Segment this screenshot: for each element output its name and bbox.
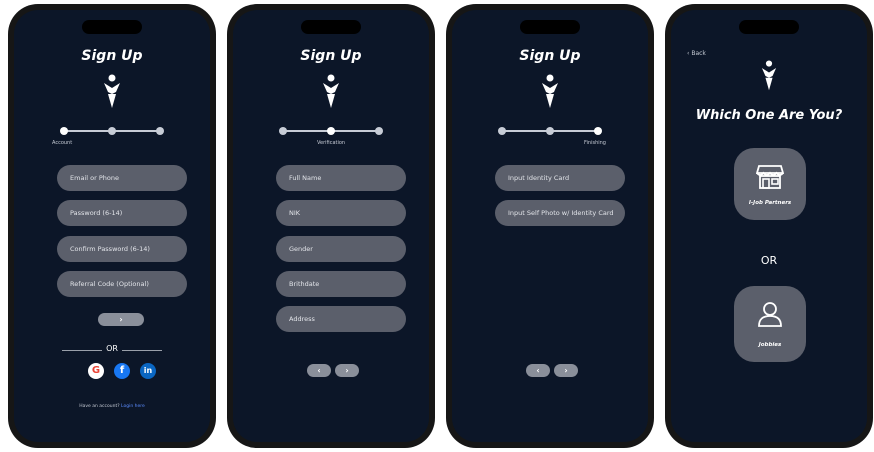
screen-verification: Sign Up Verification Full Name NIK Gende… (233, 10, 429, 442)
full-name-field[interactable]: Full Name (276, 165, 406, 191)
social-login: G f in (88, 363, 158, 381)
chevron-right-icon: › (119, 315, 123, 324)
step-dot-2 (546, 127, 554, 135)
page-title: Sign Up (519, 48, 581, 64)
address-field[interactable]: Address (276, 306, 406, 332)
logo-icon (323, 74, 339, 108)
progress-stepper: Verification (277, 124, 385, 146)
jobbies-label: Jobbies (758, 342, 782, 348)
next-button[interactable]: › (98, 313, 144, 326)
step-label: Finishing (584, 140, 606, 146)
chevron-left-icon: ‹ (536, 366, 540, 375)
notch (82, 20, 142, 34)
password-field[interactable]: Password (6-14) (57, 200, 187, 226)
progress-stepper: Finishing (496, 124, 606, 146)
birthdate-field[interactable]: Brithdate (276, 271, 406, 297)
notch (520, 20, 580, 34)
step-dot-2 (108, 127, 116, 135)
store-icon (756, 165, 784, 189)
email-field[interactable]: Email or Phone (57, 165, 187, 191)
referral-code-field[interactable]: Referral Code (Optional) (57, 271, 187, 297)
previous-button[interactable]: ‹ (526, 364, 550, 377)
next-button[interactable]: › (554, 364, 578, 377)
page-title: Sign Up (81, 48, 143, 64)
have-account-text: Have an account? Login here (14, 404, 210, 409)
chevron-left-icon: ‹ (317, 366, 321, 375)
screen-account: Sign Up Account Email or Phone Password … (14, 10, 210, 442)
phone-account: Sign Up Account Email or Phone Password … (8, 4, 216, 448)
back-button[interactable]: ‹ Back (687, 50, 706, 57)
user-icon (758, 302, 782, 327)
logo-icon (761, 60, 777, 91)
divider-line-right (122, 350, 162, 351)
logo-icon (104, 74, 120, 108)
step-label: Account (52, 140, 73, 146)
screen-role: ‹ Back Which One Are You? I-Job Partners… (671, 10, 867, 442)
or-divider: OR (62, 344, 162, 358)
step-dot-3 (156, 127, 164, 135)
gender-field[interactable]: Gender (276, 236, 406, 262)
facebook-icon[interactable]: f (114, 363, 130, 379)
login-link[interactable]: Login here (121, 404, 145, 409)
phone-role: ‹ Back Which One Are You? I-Job Partners… (665, 4, 873, 448)
step-dot-1 (279, 127, 287, 135)
role-heading: Which One Are You? (695, 108, 843, 123)
step-dot-3 (594, 127, 602, 135)
notch (301, 20, 361, 34)
google-icon[interactable]: G (88, 363, 104, 379)
step-label: Verification (317, 140, 346, 146)
chevron-right-icon: › (564, 366, 568, 375)
step-dot-1 (60, 127, 68, 135)
step-dot-1 (498, 127, 506, 135)
or-label: OR (106, 344, 118, 353)
progress-stepper: Account (52, 124, 166, 146)
chevron-left-icon: ‹ (687, 50, 690, 57)
partner-option[interactable]: I-Job Partners (734, 148, 806, 220)
step-dot-2 (327, 127, 335, 135)
identity-card-field[interactable]: Input Identity Card (495, 165, 625, 191)
phone-verification: Sign Up Verification Full Name NIK Gende… (227, 4, 435, 448)
previous-button[interactable]: ‹ (307, 364, 331, 377)
back-label: Back (691, 50, 706, 57)
next-button[interactable]: › (335, 364, 359, 377)
notch (739, 20, 799, 34)
screen-finishing: Sign Up Finishing Input Identity Card In… (452, 10, 648, 442)
self-photo-field[interactable]: Input Self Photo w/ Identity Card (495, 200, 625, 226)
linkedin-icon[interactable]: in (140, 363, 156, 379)
or-label: OR (760, 254, 778, 267)
partner-label: I-Job Partners (748, 200, 792, 206)
chevron-right-icon: › (345, 366, 349, 375)
confirm-password-field[interactable]: Confirm Password (6-14) (57, 236, 187, 262)
have-account-label: Have an account? (79, 404, 120, 409)
phone-finishing: Sign Up Finishing Input Identity Card In… (446, 4, 654, 448)
page-title: Sign Up (300, 48, 362, 64)
nik-field[interactable]: NIK (276, 200, 406, 226)
logo-icon (542, 74, 558, 108)
step-dot-3 (375, 127, 383, 135)
jobbies-option[interactable]: Jobbies (734, 286, 806, 362)
